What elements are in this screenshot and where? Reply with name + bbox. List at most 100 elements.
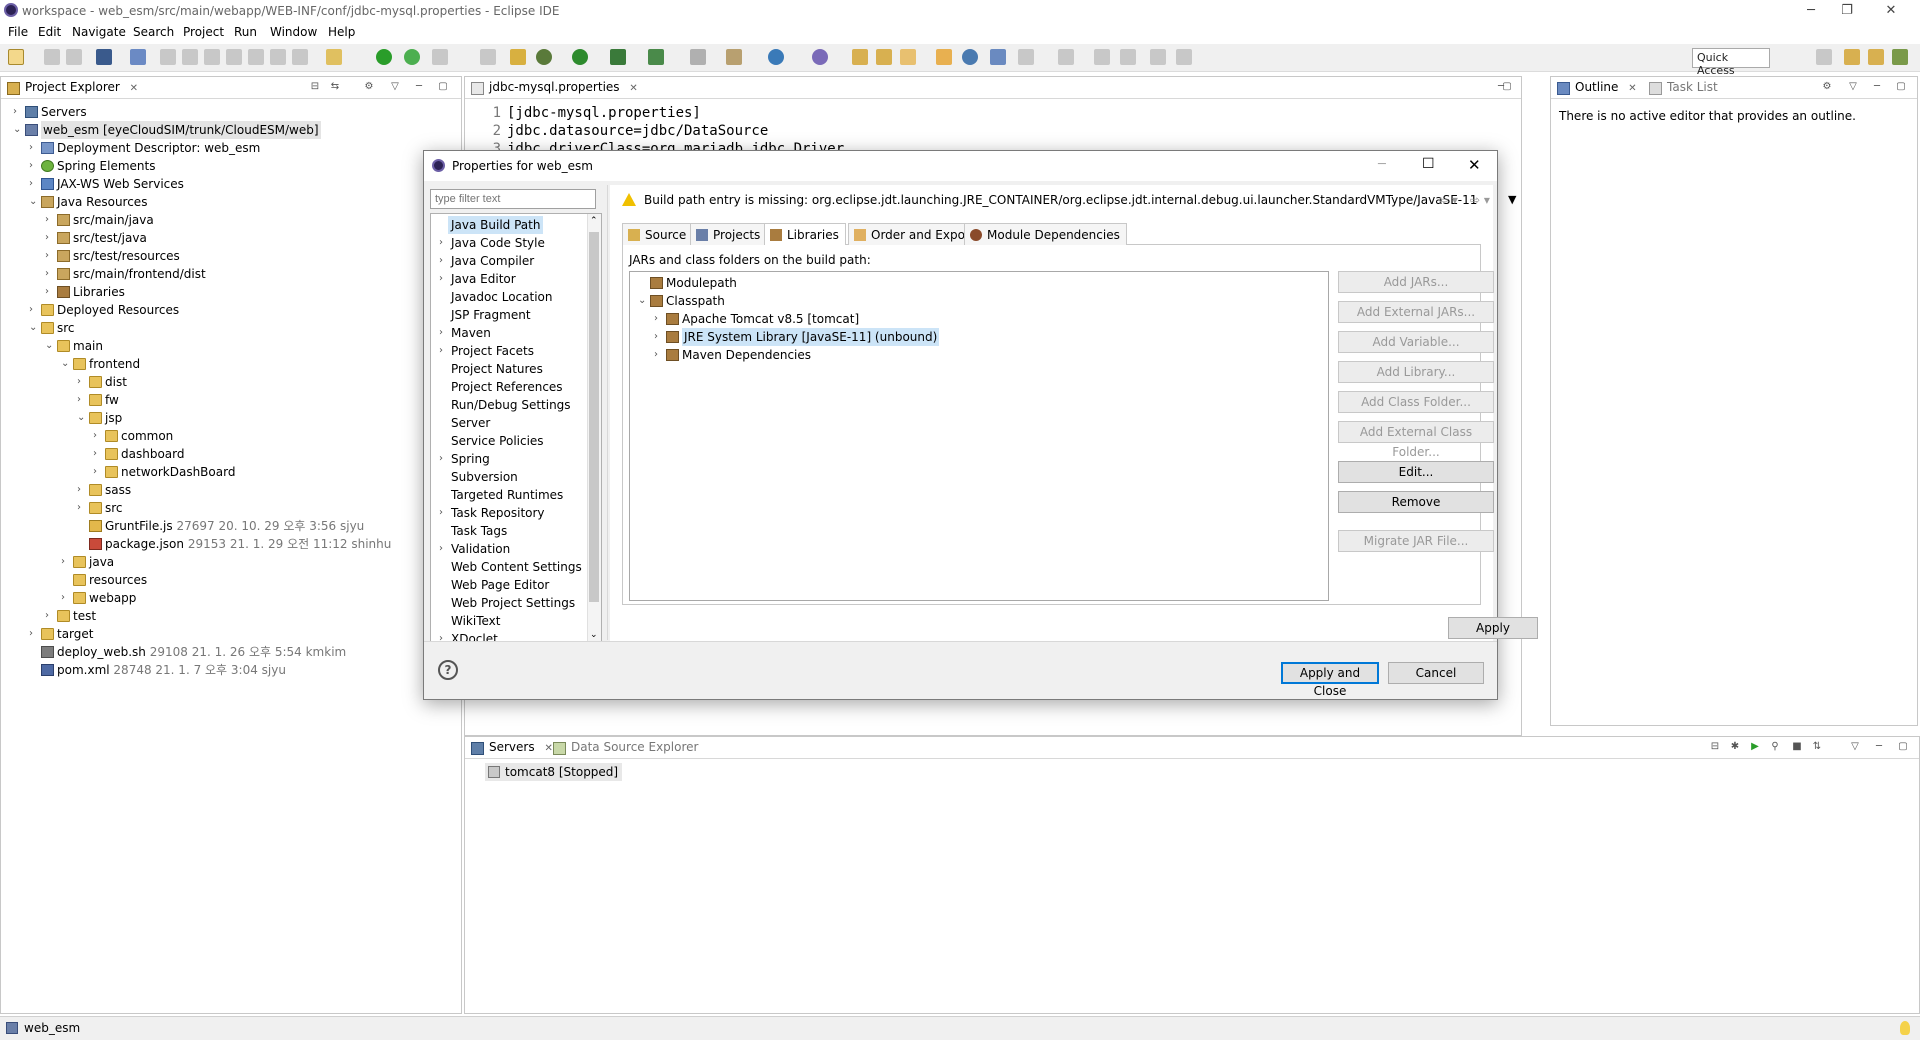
minimize-view-icon[interactable]: ─ (1873, 741, 1885, 753)
expand-icon[interactable]: › (439, 450, 443, 468)
forward-icon[interactable]: ⇨ ▾ (1470, 193, 1490, 207)
expand-icon[interactable]: › (439, 504, 443, 522)
expand-icon[interactable]: › (439, 324, 443, 342)
new-server-icon[interactable] (690, 49, 706, 65)
add-external-jars-button[interactable]: Add External JARs... (1338, 301, 1494, 323)
minimize-button[interactable]: ─ (1378, 157, 1386, 172)
menu-navigate[interactable]: Navigate (72, 25, 126, 39)
skip-breakpoints-icon[interactable] (130, 49, 146, 65)
tab-outline[interactable]: Outline ✕ (1555, 80, 1637, 98)
collapse-icon[interactable]: ⌄ (29, 193, 39, 211)
refresh-icon[interactable] (990, 49, 1006, 65)
view-menu-icon[interactable]: ▽ (389, 81, 401, 93)
publish-icon[interactable]: ⇅ (1811, 741, 1823, 753)
expand-icon[interactable]: › (439, 252, 443, 270)
maximize-view-icon[interactable]: ▢ (1501, 81, 1513, 93)
view-menu-icon[interactable]: ▽ (1847, 81, 1859, 93)
tab-project-explorer[interactable]: Project Explorer ✕ (5, 80, 138, 98)
view-menu-icon[interactable]: ▽ (1849, 741, 1861, 753)
migrate-jar-button[interactable]: Migrate JAR File... (1338, 530, 1494, 552)
expand-icon[interactable]: › (45, 211, 55, 229)
maximize-view-icon[interactable]: ▢ (1897, 741, 1909, 753)
java-ee-perspective-icon[interactable] (1844, 49, 1860, 65)
minimize-button[interactable]: ─ (1800, 2, 1822, 20)
expand-icon[interactable]: › (29, 625, 39, 643)
filters-icon[interactable]: ⚙ (363, 81, 375, 93)
menu-search[interactable]: Search (133, 25, 174, 39)
terminal-icon[interactable] (96, 49, 112, 65)
close-icon[interactable]: ✕ (629, 83, 637, 94)
spring-run-icon[interactable] (376, 49, 392, 65)
step-return-icon[interactable] (292, 49, 308, 65)
maximize-button[interactable]: ☐ (1422, 156, 1435, 172)
menu-file[interactable]: File (8, 25, 28, 39)
suspend-icon[interactable] (182, 49, 198, 65)
collapse-all-icon[interactable]: ⊟ (1709, 741, 1721, 753)
expand-icon[interactable]: › (439, 342, 443, 360)
tab-projects[interactable]: Projects (690, 223, 768, 245)
expand-icon[interactable]: › (654, 346, 664, 364)
cancel-button[interactable]: Cancel (1388, 662, 1484, 684)
terminate-icon[interactable] (204, 49, 220, 65)
code-line[interactable]: 1 [jdbc-mysql.properties] (487, 105, 701, 121)
filter-input[interactable] (430, 189, 596, 209)
lightbulb-icon[interactable] (1900, 1021, 1910, 1035)
show-whitespace-icon[interactable] (480, 49, 496, 65)
minimize-view-icon[interactable]: ─ (1871, 81, 1883, 93)
menu-help[interactable]: Help (328, 25, 355, 39)
back-icon[interactable]: ⇦ ▾ (1438, 193, 1458, 207)
next-annotation-icon[interactable] (1018, 49, 1034, 65)
expand-icon[interactable]: › (61, 553, 71, 571)
expand-icon[interactable]: › (45, 607, 55, 625)
new-class-icon[interactable] (768, 49, 784, 65)
run-icon[interactable] (572, 49, 588, 65)
tab-source[interactable]: Source (622, 223, 694, 245)
format-icon[interactable] (432, 49, 448, 65)
expand-icon[interactable]: › (654, 328, 664, 346)
dialog-splitter[interactable] (607, 185, 608, 640)
expand-icon[interactable]: › (45, 265, 55, 283)
quick-access-field[interactable]: Quick Access (1692, 48, 1770, 77)
toggle-mark-icon[interactable] (326, 49, 342, 65)
forward-icon[interactable] (1120, 49, 1136, 65)
expand-icon[interactable]: › (29, 301, 39, 319)
coverage-icon[interactable] (610, 49, 626, 65)
stop-server-icon[interactable]: ■ (1791, 741, 1803, 753)
scroll-down-icon[interactable]: ⌄ (590, 630, 598, 640)
apply-and-close-button[interactable]: Apply and Close (1281, 662, 1379, 698)
expand-icon[interactable]: › (93, 445, 103, 463)
maximize-view-icon[interactable]: ▢ (1895, 81, 1907, 93)
expand-icon[interactable]: › (439, 270, 443, 288)
filters-icon[interactable]: ⚙ (1821, 81, 1833, 93)
collapse-icon[interactable]: ⌄ (13, 121, 23, 139)
apply-button[interactable]: Apply (1448, 617, 1538, 639)
open-task-icon[interactable] (876, 49, 892, 65)
search-icon[interactable] (900, 49, 916, 65)
debug-perspective-icon[interactable] (1892, 49, 1908, 65)
nav-scrollbar[interactable]: ⌃ ⌄ (587, 214, 601, 642)
code-line[interactable]: 2 jdbc.datasource=jdbc/DataSource (487, 123, 769, 139)
debug-server-icon[interactable]: ✱ (1729, 741, 1741, 753)
add-jars-button[interactable]: Add JARs... (1338, 271, 1494, 293)
open-perspective-icon[interactable] (1816, 49, 1832, 65)
save-all-icon[interactable] (66, 49, 82, 65)
tab-servers[interactable]: Servers ✕ (469, 740, 553, 758)
step-over-icon[interactable] (270, 49, 286, 65)
link-with-editor-icon[interactable]: ⇆ (329, 81, 341, 93)
close-dialog-button[interactable]: ✕ (1468, 156, 1481, 174)
start-server-icon[interactable]: ▶ (1749, 741, 1761, 753)
debug-icon[interactable] (536, 49, 552, 65)
expand-icon[interactable]: › (93, 463, 103, 481)
expand-icon[interactable]: › (29, 139, 39, 157)
disconnect-icon[interactable] (226, 49, 242, 65)
add-library-button[interactable]: Add Library... (1338, 361, 1494, 383)
expand-icon[interactable]: › (77, 373, 87, 391)
close-icon[interactable]: ✕ (130, 83, 138, 94)
menu-project[interactable]: Project (183, 25, 224, 39)
globe-icon[interactable] (962, 49, 978, 65)
editor-hscrollbar[interactable] (495, 719, 1501, 729)
expand-icon[interactable]: › (439, 540, 443, 558)
maximize-button[interactable]: ❐ (1836, 2, 1858, 20)
close-window-button[interactable]: ✕ (1880, 2, 1902, 20)
expand-icon[interactable]: › (77, 391, 87, 409)
